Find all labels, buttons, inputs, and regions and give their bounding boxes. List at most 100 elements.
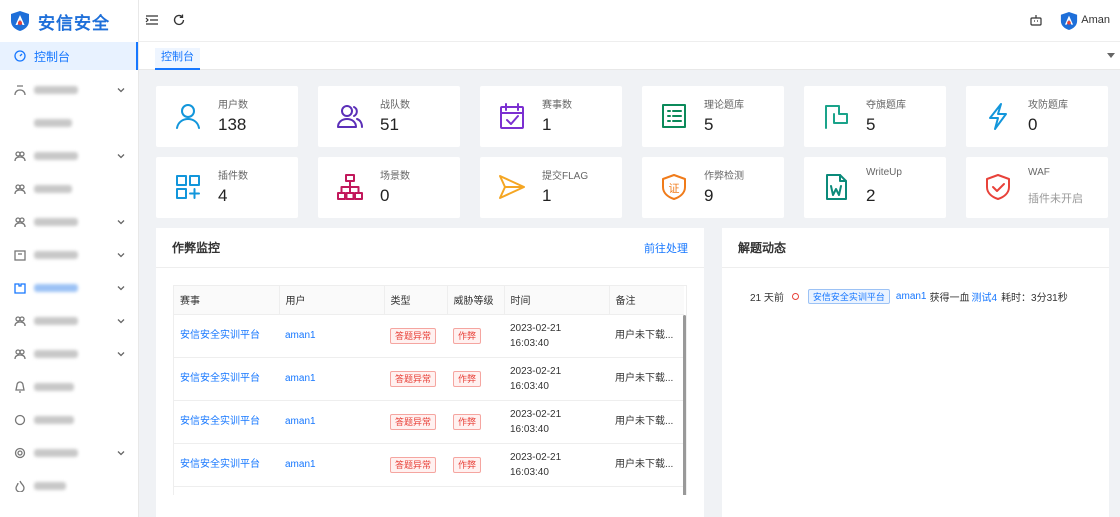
platform-tag: 安信安全实训平台 [807, 289, 890, 304]
stat-card-6[interactable]: 插件数 4 [156, 157, 298, 218]
shield-cert-icon: 证 [662, 174, 686, 200]
sidebar-item-1[interactable] [0, 73, 138, 106]
time-cell: 2023-02-21 [504, 486, 609, 495]
word-doc-icon [826, 174, 847, 200]
table-row[interactable]: 安信安全实训平台 aman1 答题异常 作弊 2023-02-21 16:03:40 用户未… [174, 400, 684, 444]
column-header: 用户 [279, 286, 385, 315]
user-icon [14, 84, 26, 96]
stat-card-9[interactable]: 证 作弊检测 9 [642, 157, 784, 218]
level-cell [447, 486, 504, 495]
cheat-table-wrap[interactable]: 赛事 用户 类型 威胁等级 时间 备注 安信安全实训平台 aman1 答题异常 作弊 2023-0… [173, 285, 687, 495]
event-link[interactable]: 安信安全实训平台 [174, 357, 279, 401]
stat-card-10[interactable]: WriteUp 2 [804, 157, 946, 218]
sidebar-item-6[interactable] [0, 238, 138, 271]
sidebar-item-12[interactable] [0, 436, 138, 469]
sidebar-item-7[interactable] [0, 271, 138, 304]
column-header: 赛事 [174, 286, 280, 315]
sidebar-item-label-hidden [34, 415, 74, 424]
stat-card-11[interactable]: WAF 插件未开启 [966, 157, 1108, 218]
plugin-icon [176, 175, 200, 199]
chevron-down-icon [117, 219, 125, 224]
svg-text:证: 证 [669, 182, 680, 195]
sidebar-item-5[interactable] [0, 205, 138, 238]
sidebar-item-13[interactable] [0, 469, 138, 502]
robot-icon[interactable] [1029, 13, 1043, 27]
stat-card-7[interactable]: 场景数 0 [318, 157, 460, 218]
event-link[interactable]: 安信安全实训平台 [174, 443, 279, 487]
stat-card-0[interactable]: 用户数 138 [156, 86, 298, 147]
stat-label: 作弊检测 [704, 171, 744, 182]
stat-card-2[interactable]: 赛事数 1 [480, 86, 622, 147]
stat-card-3[interactable]: 理论题库 5 [642, 86, 784, 147]
table-row[interactable]: 安信安全实训平台 aman1 答题异常 作弊 2023-02-21 16:03:40 用户未… [174, 357, 684, 401]
column-header: 威胁等级 [447, 286, 505, 315]
sidebar-item-9[interactable] [0, 337, 138, 370]
time-cell: 2023-02-21 16:03:40 [504, 357, 609, 401]
note-cell [609, 486, 684, 495]
type-cell: 答题异常 [384, 443, 447, 487]
user-name[interactable]: Aman [1081, 14, 1110, 26]
solver-user-link[interactable]: aman1 [896, 291, 927, 302]
level-cell: 作弊 [447, 443, 504, 487]
stat-card-4[interactable]: 夺旗题库 5 [804, 86, 946, 147]
table-row[interactable]: 安信安全实训平台 aman1 答题异常 作弊 2023-02-21 16:03:40 用户未… [174, 443, 684, 487]
event-link[interactable]: 安信安全实训平台 [174, 400, 279, 444]
sidebar-menu: 控制台 [0, 42, 138, 502]
user-link[interactable]: aman1 [279, 357, 384, 401]
level-tag: 作弊 [453, 327, 482, 344]
user-link[interactable]: aman1 [279, 400, 384, 444]
bell-icon [14, 380, 26, 393]
duration-text: 耗时：3分31秒 [1001, 293, 1068, 304]
table-row[interactable]: 安信安全实训平台 aman1 答题异常 作弊 2023-02-21 16:03:40 用户未… [174, 314, 684, 358]
table-scrollbar[interactable] [683, 315, 686, 495]
chevron-down-icon [117, 153, 125, 158]
go-handle-link[interactable]: 前往处理 [644, 240, 688, 256]
calendar-check-icon [500, 103, 524, 129]
user-link[interactable]: aman1 [279, 443, 384, 487]
menu-fold-icon[interactable] [145, 13, 159, 27]
fire-icon [14, 480, 26, 492]
caret-down-icon[interactable] [1107, 51, 1115, 59]
stat-card-1[interactable]: 战队数 51 [318, 86, 460, 147]
tab-dashboard[interactable]: 控制台 [155, 48, 200, 70]
stat-label: 场景数 [380, 171, 410, 182]
user-link[interactable]: aman1 [279, 314, 384, 358]
user-icon [176, 104, 200, 129]
sidebar-item-11[interactable] [0, 403, 138, 436]
brand-title: 安信安全 [38, 13, 110, 33]
logo[interactable]: 安信安全 [0, 0, 138, 42]
stat-card-8[interactable]: 提交FLAG 1 [480, 157, 622, 218]
sidebar-item-label-hidden [34, 85, 78, 94]
event-link[interactable]: 安信安全实训平台 [174, 314, 279, 358]
time-text: 16:03:40 [510, 337, 549, 349]
refresh-icon[interactable] [172, 13, 186, 27]
sidebar-item-8[interactable] [0, 304, 138, 337]
sidebar-item-10[interactable] [0, 370, 138, 403]
team-icon [14, 183, 26, 195]
sidebar-item-label-hidden [34, 184, 72, 193]
table-row[interactable]: 2023-02-21 [174, 486, 684, 495]
sidebar-item-4[interactable] [0, 172, 138, 205]
date-text: 2023-02-21 [510, 451, 562, 463]
user-link[interactable] [279, 486, 384, 495]
sidebar-item-0[interactable]: 控制台 [0, 42, 138, 70]
column-header: 类型 [384, 286, 448, 315]
date-text: 2023-02-21 [510, 365, 562, 377]
sidebar-item-2[interactable] [0, 106, 138, 139]
sidebar-item-3[interactable] [0, 139, 138, 172]
note-cell: 用户未下载... [609, 314, 684, 358]
stat-value: 51 [380, 115, 399, 134]
team-icon [14, 216, 26, 228]
type-tag: 答题异常 [390, 327, 437, 344]
chevron-down-icon [117, 87, 125, 92]
puzzle-icon [14, 282, 26, 294]
stat-value: 0 [1028, 115, 1038, 134]
event-link[interactable] [174, 486, 279, 495]
sidebar-item-label-hidden [34, 151, 78, 160]
level-cell: 作弊 [447, 357, 504, 401]
type-cell [384, 486, 447, 495]
blank-icon [14, 117, 26, 129]
stat-card-5[interactable]: 攻防题库 0 [966, 86, 1108, 147]
challenge-link[interactable]: 测试4 [972, 289, 998, 304]
avatar[interactable] [1060, 11, 1078, 31]
